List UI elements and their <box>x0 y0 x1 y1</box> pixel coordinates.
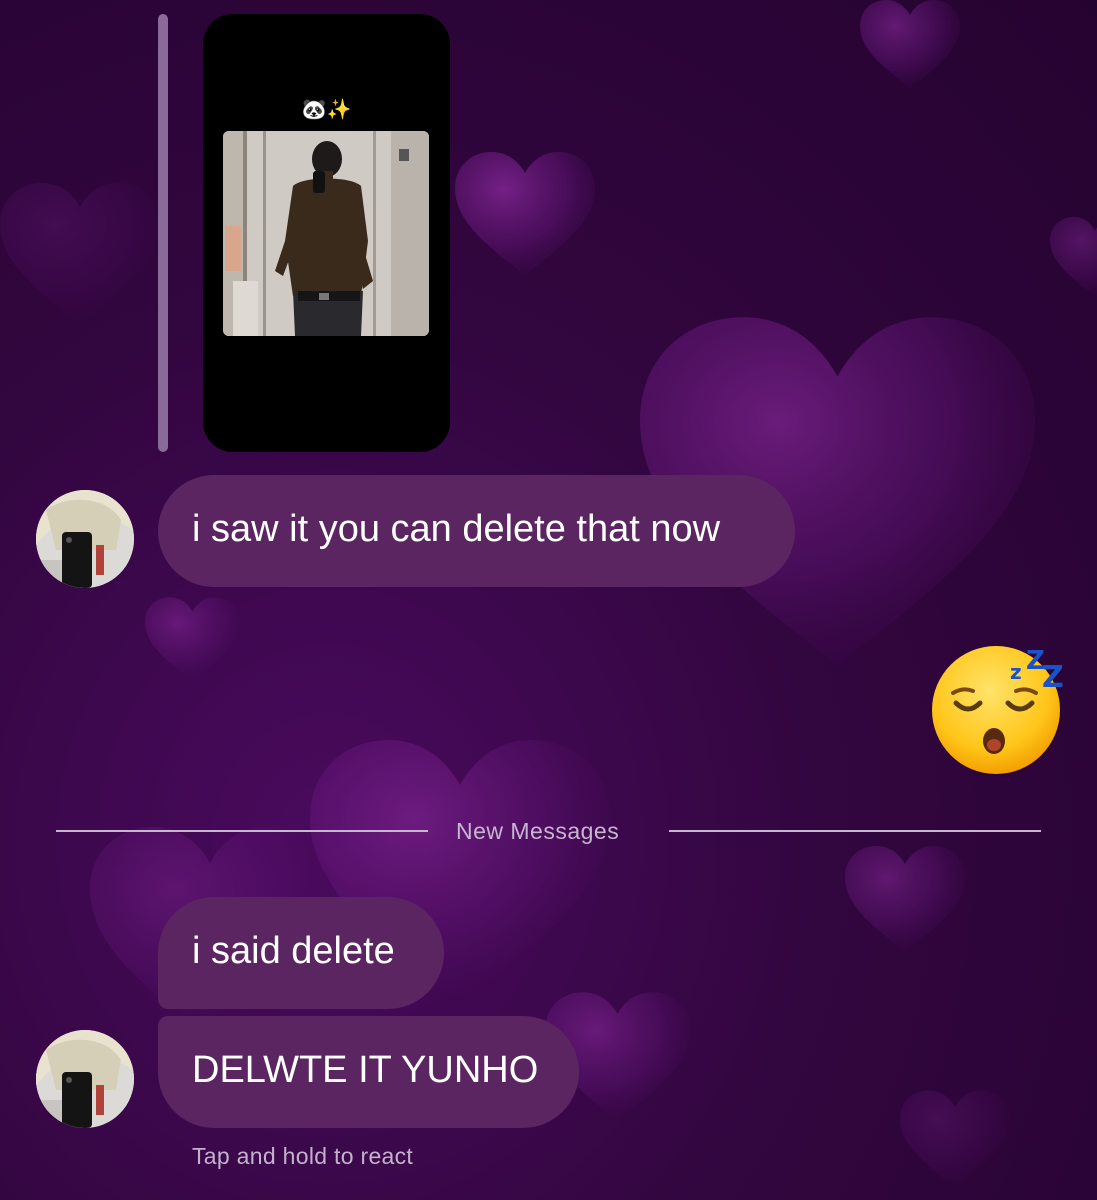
shared-story-card[interactable]: 🐼✨ <box>203 14 450 452</box>
message-bubble[interactable]: i said delete <box>158 897 444 1009</box>
new-messages-divider: New Messages <box>456 818 620 844</box>
avatar[interactable] <box>36 490 134 588</box>
reply-indicator-bar <box>158 14 168 452</box>
avatar[interactable] <box>36 1030 134 1128</box>
message-bubble[interactable]: DELWTE IT YUNHO <box>158 1016 579 1128</box>
story-caption: 🐼✨ <box>301 99 352 121</box>
svg-text:z: z <box>1010 660 1022 684</box>
react-hint: Tap and hold to react <box>192 1143 414 1169</box>
svg-text:Z: Z <box>1042 660 1064 695</box>
story-photo <box>223 131 429 336</box>
sleeping-face-icon[interactable]: z Z Z <box>928 645 1068 775</box>
divider-line-left <box>56 830 428 832</box>
divider-line-right <box>669 830 1041 832</box>
message-bubble[interactable]: i saw it you can delete that now <box>158 475 795 587</box>
